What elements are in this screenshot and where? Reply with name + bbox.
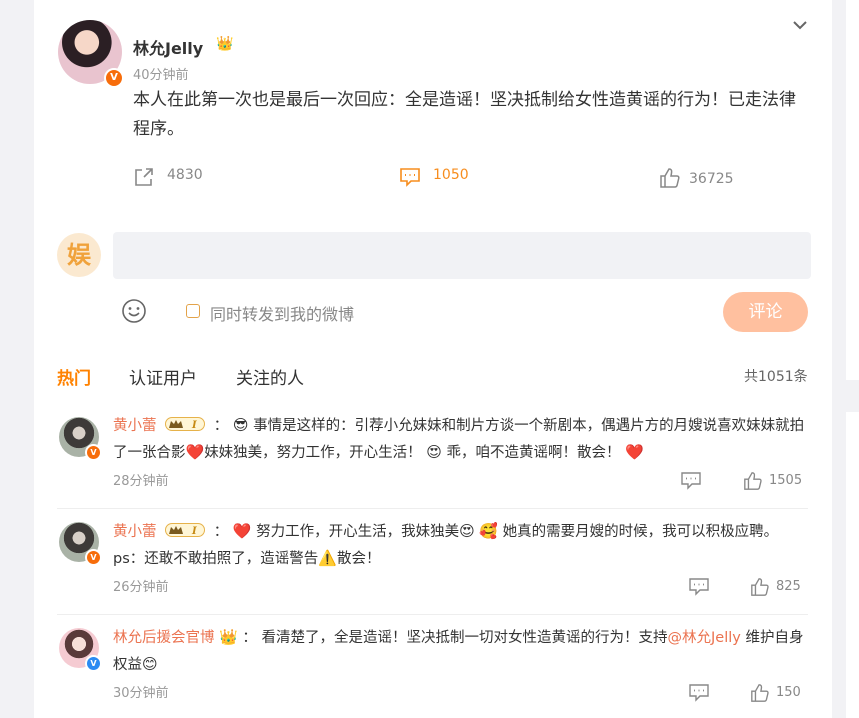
comment-icon [400,168,420,187]
svg-text:I: I [191,526,197,537]
reply-button[interactable] [689,684,713,704]
verified-badge-icon: V [85,444,102,461]
comment-icon [681,472,701,490]
post-text: 本人在此第一次也是最后一次回应：全是造谣！坚决抵制给女性造黄谣的行为！已走法律程… [133,90,796,139]
thumbs-up-icon [751,578,769,596]
commenter-name[interactable]: 黄小蕾 [113,418,157,434]
divider [57,508,808,509]
submit-comment-button[interactable]: 评论 [723,292,808,332]
cool-face-icon: 😎 [232,416,249,434]
comment-text: 林允后援会官博 👑 ： 看清楚了，全是造谣！坚决抵制一切对女性造黄谣的行为！支持… [113,624,808,678]
comment-like-button[interactable]: 150 [750,683,810,703]
crown-icon: 👑 [216,36,234,52]
divider [57,614,808,615]
repost-count: 4830 [167,167,203,183]
heart-eyes-icon: 😍 [426,443,442,461]
side-panel-edge [846,412,859,718]
comment-text: 黄小蕾 I ： ❤️ 努力工作，开心生活，我妹独美😍 🥰 她真的需要月嫂的时候，… [113,518,808,572]
svg-text:I: I [191,420,197,431]
kiss-face-icon: 🥰 [479,522,499,540]
heart-icon: ❤️ [625,443,644,461]
comment-like-count: 825 [776,579,801,594]
crown-icon: 👑 [219,628,238,646]
comment-like-count: 150 [776,685,801,700]
thumbs-up-icon [660,168,680,188]
tab-hot[interactable]: 热门 [57,364,91,389]
reply-button[interactable] [689,578,713,598]
heart-icon: ❤️ [185,443,205,461]
side-panel-edge [846,0,859,380]
verified-badge-icon: V [104,68,124,88]
tab-verified-users[interactable]: 认证用户 [129,364,197,389]
thumbs-up-icon [744,472,762,490]
comment-total: 共1051条 [744,369,808,385]
chevron-down-icon[interactable] [791,16,809,34]
comment-count: 1050 [433,167,469,183]
comment-like-button[interactable]: 1505 [743,471,813,491]
comment-time[interactable]: 28分钟前 [113,470,169,489]
member-level-badge-icon: I [165,417,206,431]
like-button[interactable]: 36725 [659,167,739,189]
comment-input[interactable] [113,232,811,279]
comment-icon [689,684,709,702]
commenter-name[interactable]: 黄小蕾 [113,524,157,540]
author-name[interactable]: 林允Jelly [133,35,203,59]
current-user-avatar[interactable]: 娱 [57,233,101,277]
repost-button[interactable]: 4830 [133,166,213,188]
comment-like-button[interactable]: 825 [750,577,810,597]
mention-link[interactable]: @林允Jelly [668,630,741,646]
comment-time[interactable]: 30分钟前 [113,682,169,701]
comment-time[interactable]: 26分钟前 [113,576,169,595]
comment-button[interactable]: 1050 [399,166,479,188]
emoji-icon[interactable] [121,298,147,324]
commenter-name[interactable]: 林允后援会官博 [113,630,215,646]
comment-icon [689,578,709,596]
thumbs-up-icon [751,684,769,702]
heart-eyes-icon: 😍 [459,522,475,540]
post-time[interactable]: 40分钟前 [133,64,189,83]
verified-badge-icon: V [85,549,102,566]
warning-icon: ⚠️ [318,549,337,567]
repost-checkbox-label[interactable]: 同时转发到我的微博 [210,301,354,325]
member-level-badge-icon: I [165,523,206,537]
repost-icon [135,168,153,186]
verified-badge-icon: V [85,655,102,672]
smile-icon: 😊 [142,655,158,673]
comment-text: 黄小蕾 I ： 😎 事情是这样的：引荐小允妹妹和制片方谈一个新剧本，偶遇片方的月… [113,412,808,466]
repost-checkbox[interactable] [186,304,200,318]
tab-following[interactable]: 关注的人 [236,364,304,389]
reply-button[interactable] [681,472,705,492]
like-count: 36725 [689,171,734,187]
heart-icon: ❤️ [232,522,252,540]
comment-like-count: 1505 [769,473,803,488]
